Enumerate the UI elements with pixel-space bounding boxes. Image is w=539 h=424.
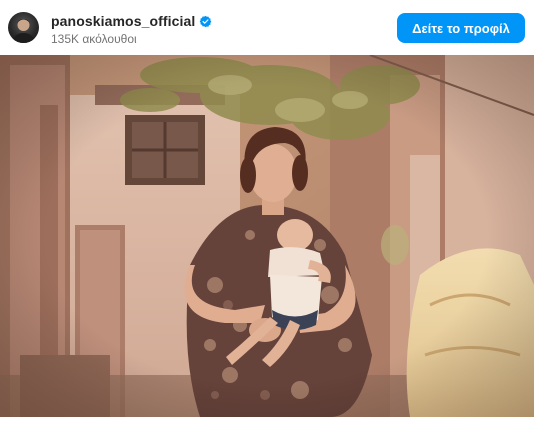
post-footer-strip	[0, 417, 539, 424]
username-row: panoskiamos_official	[51, 12, 212, 30]
username-link[interactable]: panoskiamos_official	[51, 13, 195, 29]
instagram-embed: panoskiamos_official 135K ακόλουθοι Δείτ…	[0, 0, 539, 424]
post-photo[interactable]	[0, 55, 534, 417]
profile-avatar[interactable]	[8, 12, 39, 43]
verified-badge-icon	[199, 15, 212, 28]
post-header: panoskiamos_official 135K ακόλουθοι Δείτ…	[0, 0, 539, 56]
user-info: panoskiamos_official 135K ακόλουθοι	[51, 12, 212, 46]
followers-count: 135K ακόλουθοι	[51, 32, 137, 46]
view-profile-button[interactable]: Δείτε το προφίλ	[397, 13, 525, 43]
